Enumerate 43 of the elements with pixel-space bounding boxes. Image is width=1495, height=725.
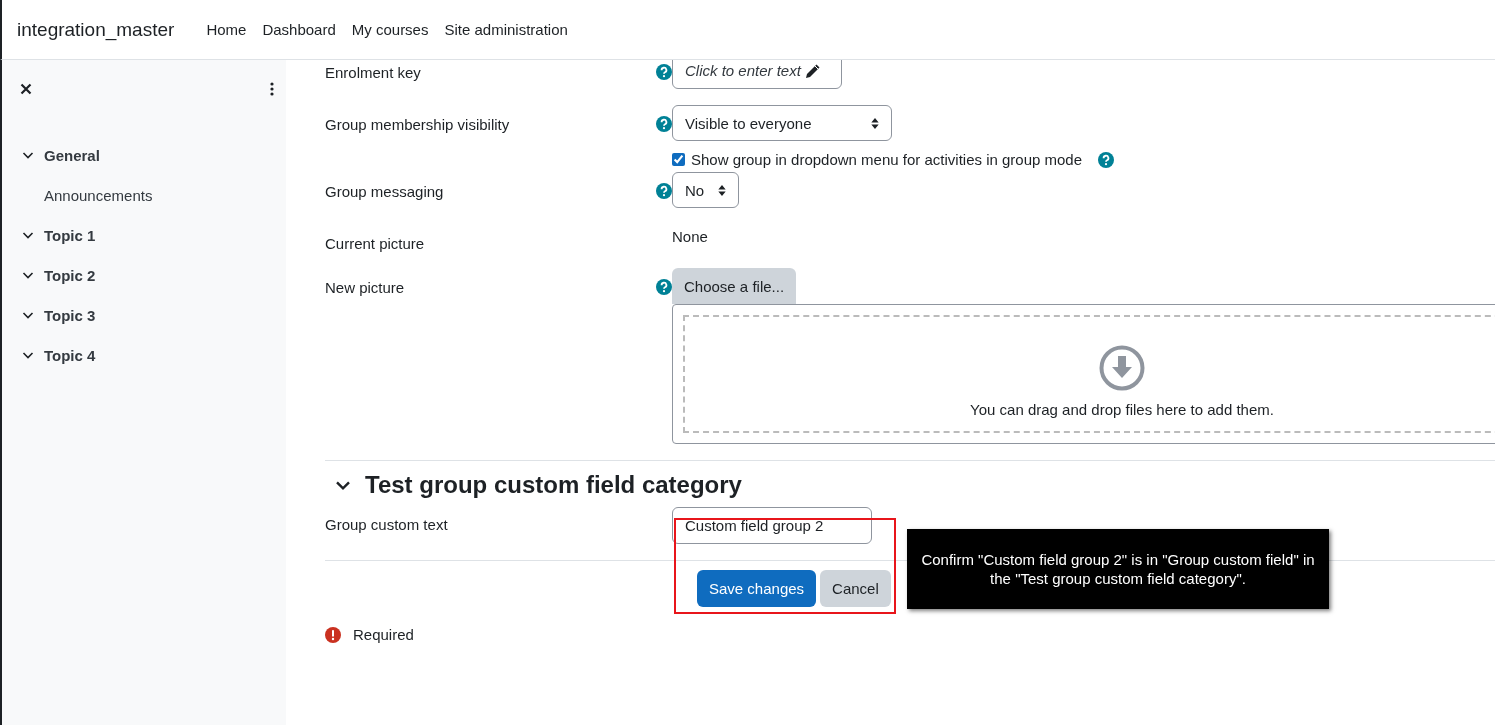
section-link[interactable]: Topic 1 xyxy=(44,226,96,244)
text-field[interactable]: Custom field group 2 xyxy=(672,507,872,544)
field-label: Group custom text xyxy=(325,515,449,533)
field-label: Group messaging xyxy=(325,182,445,200)
sort-arrows-icon xyxy=(871,117,879,129)
checkbox-label[interactable]: Show group in dropdown menu for activities in group mode xyxy=(691,151,1083,168)
close-icon[interactable] xyxy=(20,83,32,95)
required-icon xyxy=(325,626,341,643)
select-dropdown[interactable]: Visible to everyone xyxy=(672,105,892,141)
cancel-button[interactable]: Cancel xyxy=(820,570,891,607)
help-icon[interactable] xyxy=(1098,151,1115,168)
save-button[interactable]: Save changes xyxy=(697,570,817,607)
more-options-icon[interactable] xyxy=(270,82,274,96)
sort-arrows-icon xyxy=(718,184,727,196)
file-drop-area[interactable]: You can drag and drop files here to add them. xyxy=(672,304,1495,444)
help-icon[interactable] xyxy=(656,64,672,80)
required-note: Required xyxy=(353,626,414,643)
field-label: Current picture xyxy=(325,234,426,252)
choose-file-button[interactable]: Choose a file... xyxy=(672,268,797,304)
site-name[interactable]: integration_master xyxy=(17,18,175,41)
nav-link[interactable]: My courses xyxy=(343,13,437,46)
inline-edit-field[interactable]: Click to enter text xyxy=(672,60,842,89)
activity-link[interactable]: Announcements xyxy=(44,186,153,204)
nav-link[interactable]: Dashboard xyxy=(254,13,344,46)
help-icon[interactable] xyxy=(656,183,672,199)
drop-hint: You can drag and drop files here to add them. xyxy=(970,400,1274,418)
tour-tooltip: Confirm "Custom field group 2" is in "Group custom field" in the "Test group custom field category". xyxy=(907,529,1329,609)
pencil-icon xyxy=(804,62,821,79)
section-link[interactable]: General xyxy=(44,146,100,164)
field-label: Enrolment key xyxy=(325,63,422,81)
help-icon[interactable] xyxy=(656,279,672,295)
checkbox[interactable] xyxy=(672,153,685,166)
field-label: Group membership visibility xyxy=(325,115,511,133)
field-label: New picture xyxy=(325,278,406,296)
nav-link[interactable]: Site administration xyxy=(436,13,576,46)
field-value: None xyxy=(672,227,708,245)
help-icon[interactable] xyxy=(656,116,672,132)
select-dropdown[interactable]: No xyxy=(672,172,740,208)
section-link[interactable]: Topic 2 xyxy=(44,266,96,284)
section-heading: Test group custom field category xyxy=(365,471,742,499)
section-link[interactable]: Topic 4 xyxy=(44,346,96,364)
nav-link[interactable]: Home xyxy=(198,13,255,46)
section-link[interactable]: Topic 3 xyxy=(44,306,96,324)
